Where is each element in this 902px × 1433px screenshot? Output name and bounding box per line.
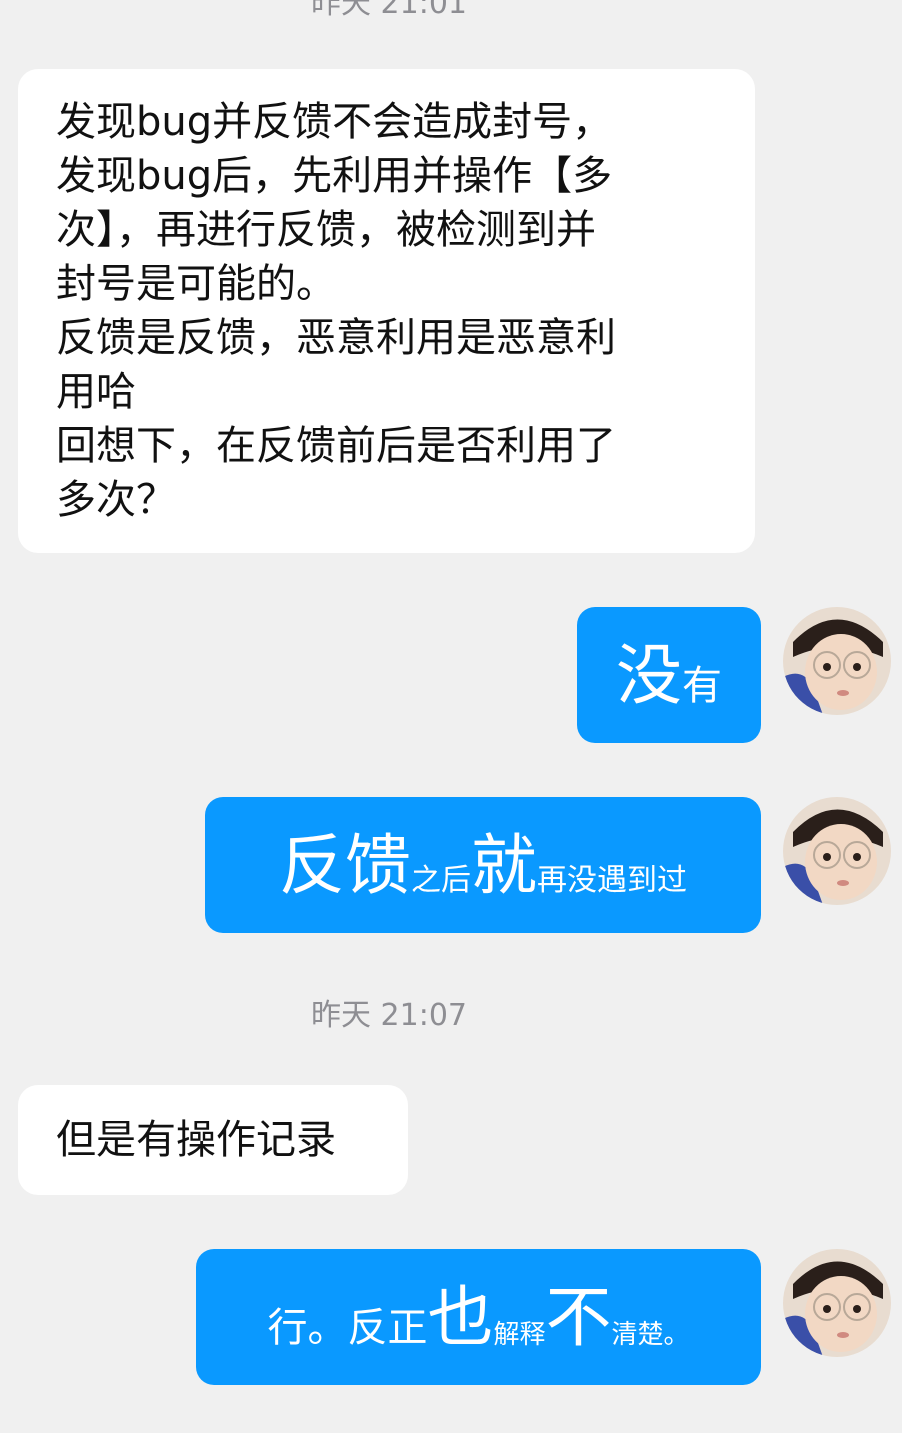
avatar-icon <box>783 1249 891 1357</box>
sent-message-bubble[interactable]: 行。反正 也 解释 不 清楚。 <box>196 1249 761 1385</box>
message-text-large: 没 <box>616 637 682 714</box>
message-line: 发现bug并反馈不会造成封号， <box>56 99 613 145</box>
user-avatar[interactable] <box>783 797 891 905</box>
avatar-icon <box>783 607 891 715</box>
sent-message-bubble[interactable]: 反馈 之后 就 再没遇到过 <box>205 797 761 933</box>
user-avatar[interactable] <box>783 1249 891 1357</box>
message-text-small: 有 <box>682 663 722 709</box>
message-line: 次】，再进行反馈，被检测到并 <box>56 207 596 253</box>
message-line: 多次？ <box>56 477 176 523</box>
message-line: 发现bug后，先利用并操作【多 <box>56 153 613 199</box>
message-line: 封号是可能的。 <box>56 261 336 307</box>
timestamp-middle: 昨天 21:07 <box>311 998 467 1033</box>
message-line: 但是有操作记录 <box>56 1117 336 1163</box>
message-text-large: 反馈 <box>279 827 411 904</box>
received-message-bubble[interactable]: 但是有操作记录 <box>18 1085 408 1195</box>
message-text-medium: 行。反正 <box>267 1305 428 1351</box>
message-line: 反馈是反馈，恶意利用是恶意利 <box>56 315 616 361</box>
chat-view[interactable]: 昨天 21:01 发现bug并反馈不会造成封号， 发现bug后，先利用并操作【多… <box>0 0 902 1433</box>
message-text-small: 之后 <box>411 863 471 898</box>
timestamp-top: 昨天 21:01 <box>311 0 467 21</box>
message-text-large: 不 <box>545 1279 612 1356</box>
message-text-large: 也 <box>427 1279 494 1356</box>
avatar-icon <box>783 797 891 905</box>
user-avatar[interactable] <box>783 607 891 715</box>
message-text-small: 解释 <box>493 1320 546 1350</box>
message-line: 用哈 <box>56 369 136 415</box>
received-message-bubble[interactable]: 发现bug并反馈不会造成封号， 发现bug后，先利用并操作【多 次】，再进行反馈… <box>18 69 755 553</box>
message-text-small: 清楚。 <box>611 1320 690 1350</box>
message-text-large: 就 <box>471 827 537 904</box>
sent-message-bubble[interactable]: 没 有 <box>577 607 761 743</box>
message-line: 回想下，在反馈前后是否利用了 <box>56 423 616 469</box>
message-text-medium: 再没遇到过 <box>537 863 687 898</box>
